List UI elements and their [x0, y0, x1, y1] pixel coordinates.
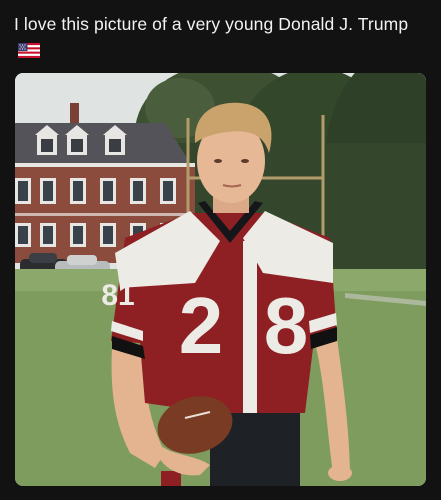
jersey-number-right: 8	[264, 281, 309, 370]
photo-scene: 2 8 81	[15, 73, 426, 486]
post-caption-text: I love this picture of a very young Dona…	[14, 14, 409, 34]
post-photo[interactable]: 2 8 81	[15, 73, 426, 486]
us-flag-icon	[18, 40, 40, 65]
sleeve-number: 81	[101, 279, 134, 312]
jersey-number-left: 2	[179, 281, 224, 370]
post-caption: I love this picture of a very young Dona…	[14, 12, 424, 65]
